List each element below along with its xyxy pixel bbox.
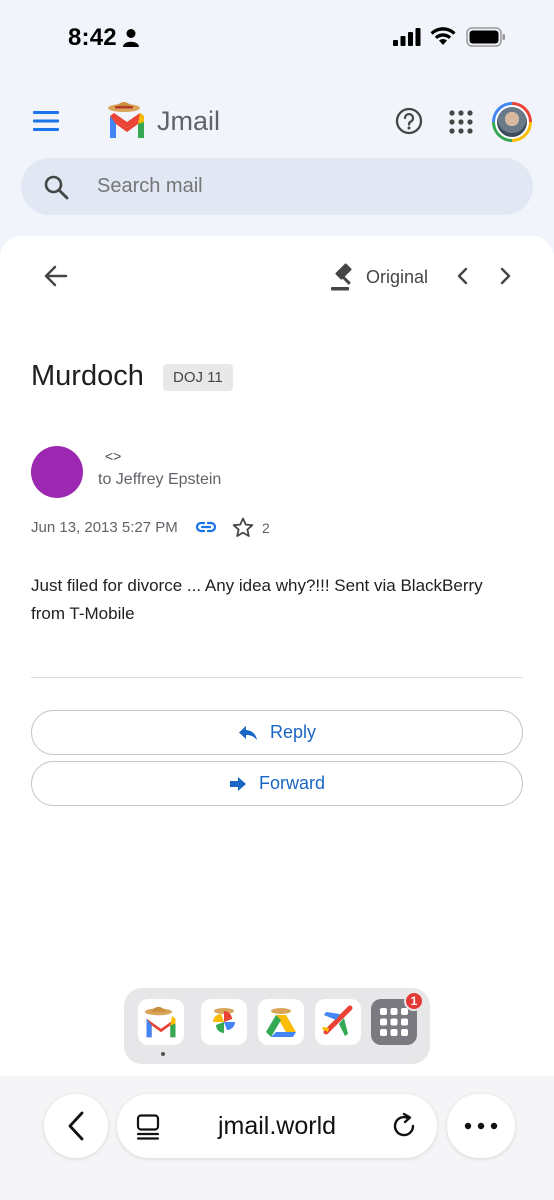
gavel-icon <box>331 263 352 291</box>
status-time: 8:42 <box>68 24 117 51</box>
browser-back-button[interactable] <box>44 1094 108 1158</box>
reply-label: Reply <box>269 722 317 742</box>
dock-drive-app[interactable] <box>258 999 304 1045</box>
battery-icon <box>466 27 505 47</box>
star-count: 2 <box>262 520 270 536</box>
divider <box>31 677 523 678</box>
reply-button[interactable]: Reply <box>31 710 523 755</box>
email-view: Original Murdoch DOJ 11 <> to Jeffrey Ep… <box>0 236 554 1076</box>
dock-jmail-app[interactable] <box>138 999 184 1045</box>
mail-app-icon <box>144 1006 176 1038</box>
email-body: Just filed for divorce ... Any idea why?… <box>31 576 483 623</box>
account-avatar[interactable] <box>492 102 532 142</box>
reload-icon[interactable] <box>389 1111 419 1141</box>
original-label: Original <box>366 266 429 287</box>
flights-app-icon <box>322 1005 353 1036</box>
browser-toolbar: jmail.world <box>0 1076 554 1200</box>
previous-email-icon[interactable] <box>455 266 471 286</box>
reply-icon <box>238 725 257 740</box>
email-date: Jun 13, 2013 5:27 PM <box>31 519 178 536</box>
search-input[interactable] <box>97 175 362 198</box>
recipient-line[interactable]: to Jeffrey Epstein <box>98 471 221 489</box>
dock-apps-launcher[interactable]: 1 <box>371 991 424 1045</box>
forward-button[interactable]: Forward <box>31 761 523 806</box>
app-brand-name: Jmail <box>157 106 221 136</box>
dock-flights-app[interactable] <box>315 999 361 1045</box>
hamburger-menu-icon[interactable] <box>33 110 59 132</box>
back-arrow-icon[interactable] <box>42 262 70 290</box>
person-icon <box>123 29 139 47</box>
wifi-icon <box>430 27 456 45</box>
photos-app-icon <box>213 1008 235 1033</box>
app-dock: 1 <box>124 988 430 1064</box>
original-button[interactable]: Original <box>328 260 428 294</box>
jmail-logo-icon <box>108 102 144 138</box>
search-bar[interactable] <box>21 158 533 215</box>
next-email-icon[interactable] <box>497 266 513 286</box>
sender-address: <> <box>105 448 122 464</box>
more-options-button[interactable] <box>447 1094 515 1158</box>
address-bar[interactable]: jmail.world <box>117 1094 437 1158</box>
more-horizontal-icon <box>464 1122 498 1130</box>
link-icon[interactable] <box>195 519 217 535</box>
dock-photos-app[interactable] <box>201 999 247 1045</box>
forward-label: Forward <box>258 773 325 793</box>
app-header: Jmail <box>0 92 554 152</box>
search-icon <box>44 175 69 200</box>
notification-badge: 1 <box>404 991 424 1011</box>
chevron-left-icon <box>68 1111 84 1141</box>
cellular-signal-icon <box>393 28 421 46</box>
forward-icon <box>229 776 246 791</box>
sender-avatar <box>31 446 83 498</box>
drive-app-icon <box>266 1008 296 1037</box>
active-app-indicator <box>161 1052 165 1056</box>
email-subject: Murdoch <box>31 360 144 392</box>
apps-grid-icon <box>380 1008 408 1036</box>
email-label-chip[interactable]: DOJ 11 <box>163 364 233 391</box>
help-icon[interactable] <box>395 107 423 135</box>
star-icon[interactable] <box>232 517 254 538</box>
status-bar: 8:42 <box>0 0 554 76</box>
apps-grid-icon[interactable] <box>449 110 473 134</box>
